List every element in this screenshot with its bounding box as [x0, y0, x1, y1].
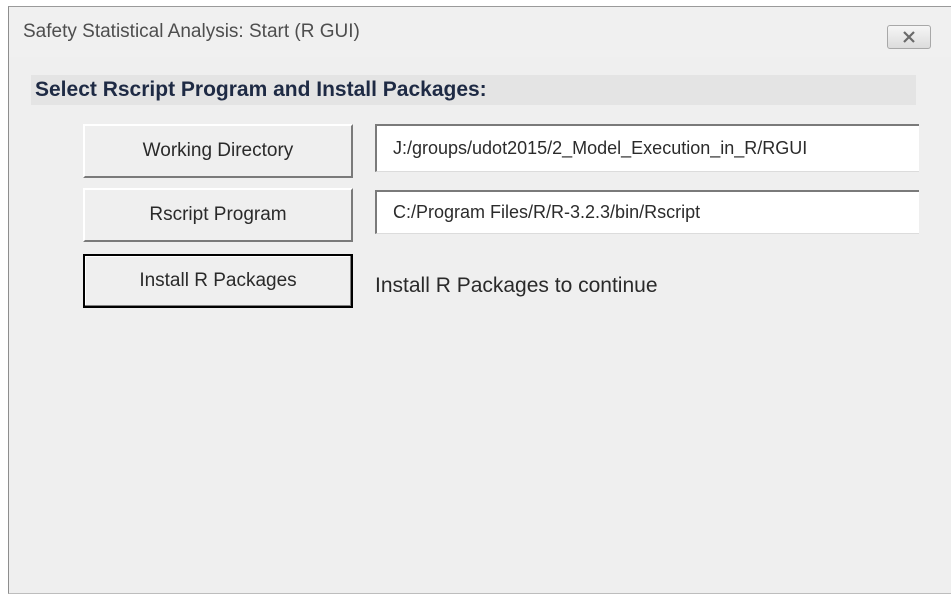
rscript-program-field[interactable]: C:/Program Files/R/R-3.2.3/bin/Rscript	[375, 190, 919, 234]
close-button[interactable]	[887, 25, 931, 49]
rscript-program-button[interactable]: Rscript Program	[83, 188, 353, 242]
window-title: Safety Statistical Analysis: Start (R GU…	[23, 21, 360, 42]
install-packages-button[interactable]: Install R Packages	[83, 254, 353, 308]
working-directory-field[interactable]: J:/groups/udot2015/2_Model_Execution_in_…	[375, 124, 919, 172]
status-message: Install R Packages to continue	[375, 274, 658, 297]
section-header: Select Rscript Program and Install Packa…	[31, 75, 916, 105]
working-directory-button[interactable]: Working Directory	[83, 124, 353, 178]
close-icon	[901, 30, 917, 44]
dialog-window: Safety Statistical Analysis: Start (R GU…	[8, 6, 951, 594]
title-bar[interactable]: Safety Statistical Analysis: Start (R GU…	[9, 7, 951, 57]
section-header-label: Select Rscript Program and Install Packa…	[35, 78, 487, 101]
